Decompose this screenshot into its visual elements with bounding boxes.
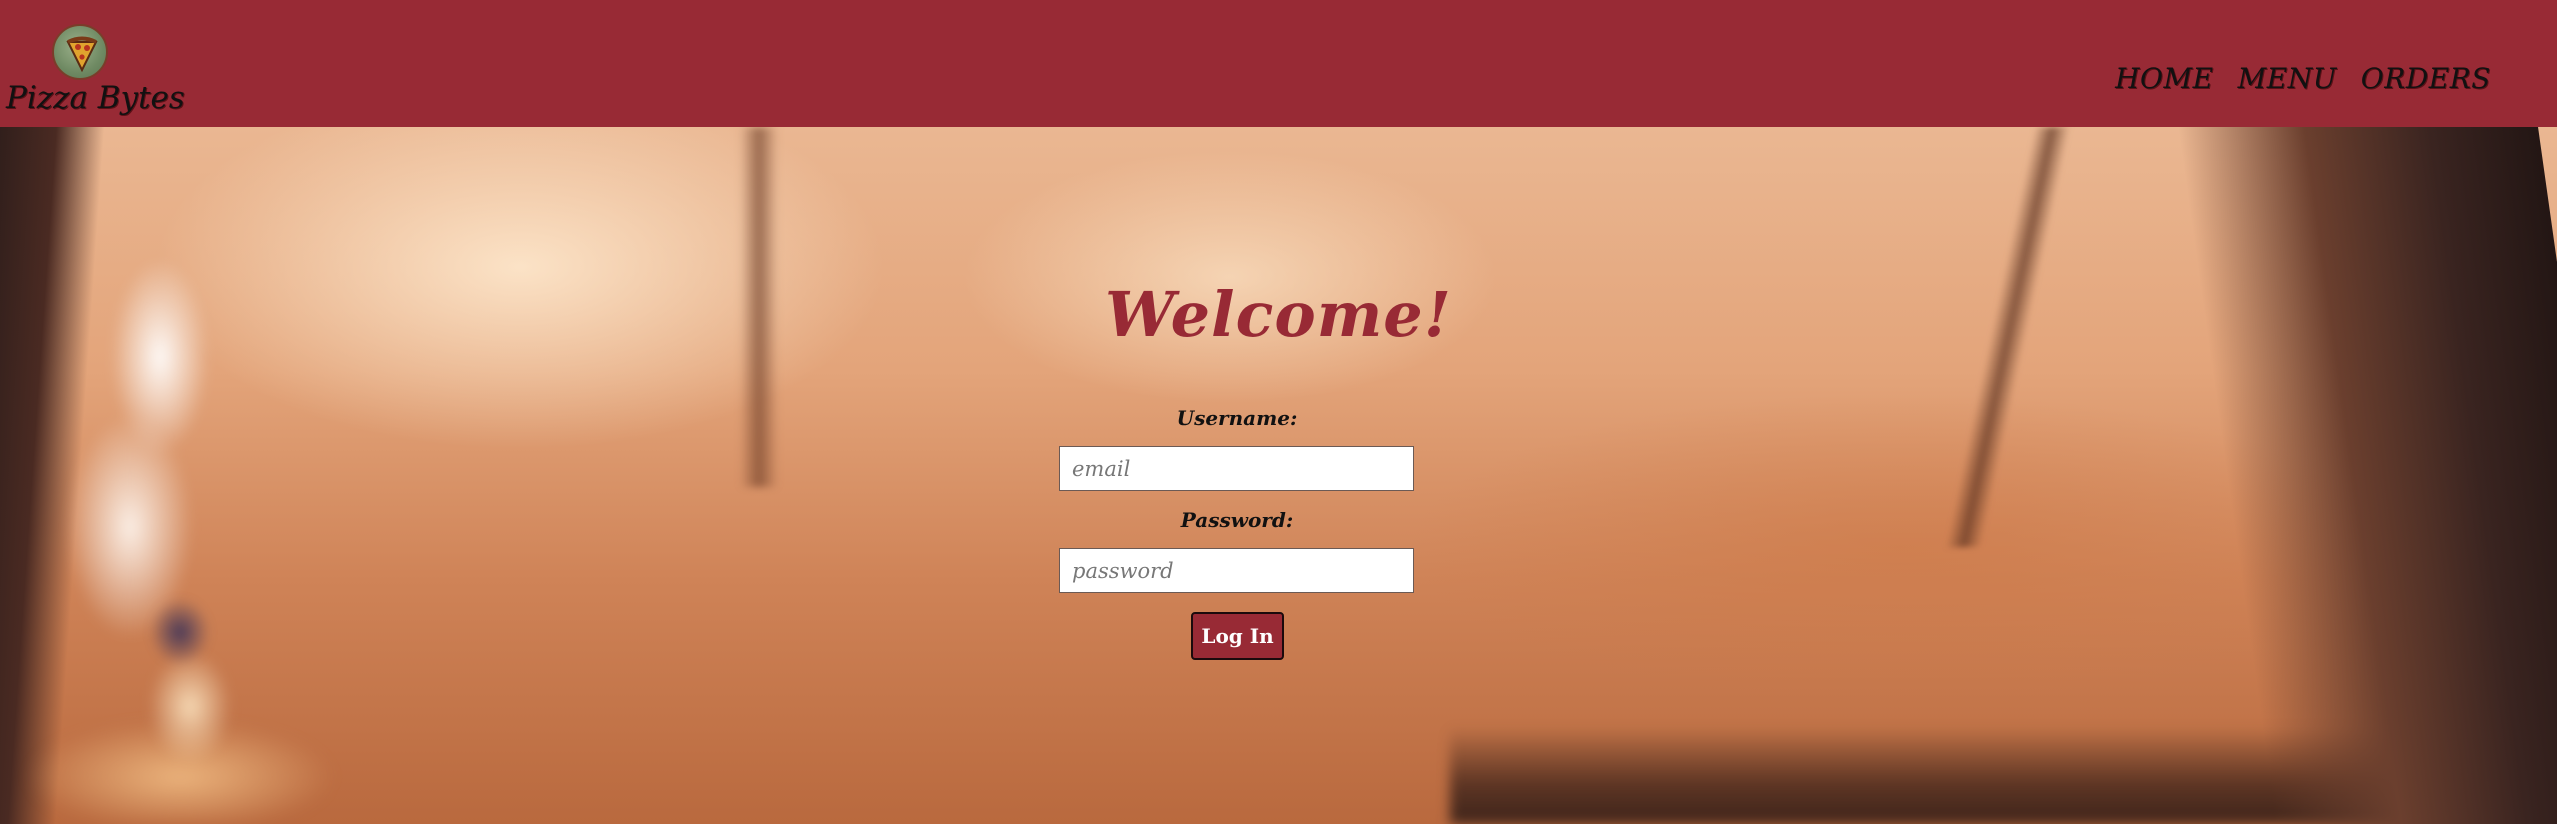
oven-pillar bbox=[1945, 127, 2071, 547]
nav-orders[interactable]: ORDERS bbox=[2361, 62, 2491, 95]
login-button[interactable]: Log In bbox=[1191, 612, 1284, 660]
nav-home[interactable]: HOME bbox=[2115, 62, 2213, 95]
pizza-slice-icon bbox=[66, 36, 98, 73]
username-input[interactable] bbox=[1059, 446, 1414, 491]
oven-wall-right bbox=[2178, 127, 2557, 824]
fire-flame bbox=[30, 207, 290, 767]
brand-name[interactable]: Pizza Bytes bbox=[6, 80, 185, 116]
site-header: Pizza Bytes HOME MENU ORDERS bbox=[0, 0, 2557, 127]
password-input[interactable] bbox=[1059, 548, 1414, 593]
nav-menu[interactable]: MENU bbox=[2238, 62, 2337, 95]
fire-shadow bbox=[140, 587, 220, 677]
oven-pillar bbox=[740, 127, 778, 487]
pizza-logo-icon[interactable] bbox=[52, 24, 108, 80]
brand[interactable]: Pizza Bytes bbox=[6, 22, 185, 122]
main-nav: HOME MENU ORDERS bbox=[2115, 62, 2491, 95]
